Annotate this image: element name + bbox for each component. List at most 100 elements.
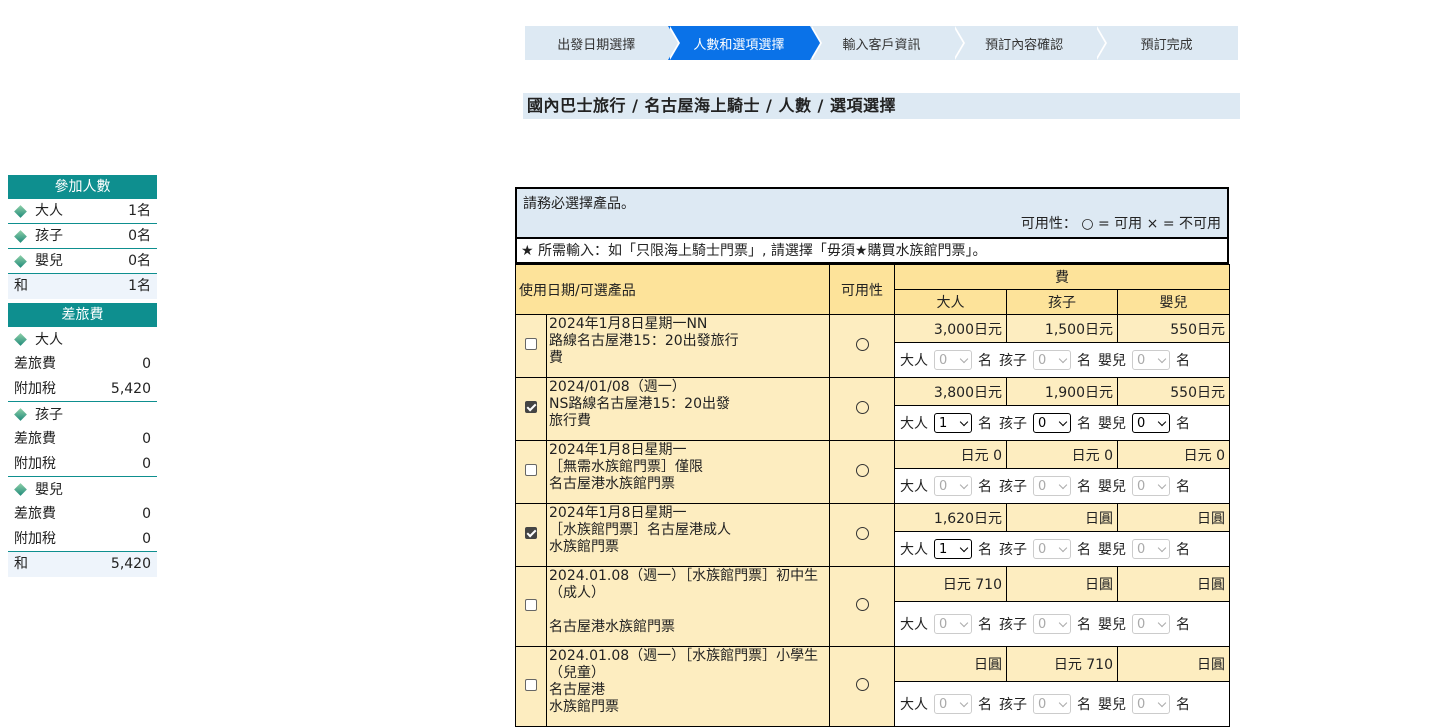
price-adult: 日元 0 xyxy=(894,440,1007,469)
qty-label-adult: 大人 xyxy=(900,542,928,558)
option-checkbox[interactable] xyxy=(525,464,537,476)
qty-select-adult[interactable]: 0 xyxy=(934,614,972,634)
available-circle-icon xyxy=(855,400,869,414)
qty-select-infant[interactable]: 0 xyxy=(1132,413,1170,433)
price-adult: 日元 710 xyxy=(894,566,1007,602)
option-checkbox-cell[interactable] xyxy=(515,566,547,647)
qty-select-infant[interactable]: 0 xyxy=(1132,476,1170,496)
qty-select-child[interactable]: 0 xyxy=(1033,539,1071,559)
available-circle-icon xyxy=(855,463,869,477)
option-checkbox-cell[interactable] xyxy=(515,646,547,727)
price-child: 日圓 xyxy=(1006,503,1118,532)
header-child: 孩子 xyxy=(1006,289,1118,315)
product-line: 旅行費 xyxy=(549,413,591,429)
option-row: 2024年1月8日星期一 ［水族館門票］名古屋港成人 水族館門票 1,620日元 日圓日… xyxy=(515,503,1230,567)
product-line: 費 xyxy=(549,350,563,366)
header-product: 使用日期/可選產品 xyxy=(515,264,830,315)
chevron-down-icon xyxy=(1058,618,1068,627)
qty-label-adult: 大人 xyxy=(900,416,928,432)
option-checkbox-cell[interactable] xyxy=(515,503,547,567)
step-departure-date: 出發日期選擇 xyxy=(525,26,680,60)
price-infant: 日圓 xyxy=(1117,646,1230,682)
chevron-down-icon xyxy=(959,698,969,707)
product-cell: 2024年1月8日星期一NN 路線名古屋港15：20出發旅行費 xyxy=(546,314,830,378)
chevron-down-icon xyxy=(1157,618,1167,627)
fee-group-header: 大人 xyxy=(8,327,157,352)
required-input-note: ★ 所需輸入：如「只限海上騎士門票」, 請選擇「毋須★購買水族館門票」。 xyxy=(515,237,1229,264)
options-table: 使用日期/可選產品 可用性 費 大人 孩子 嬰兒 2024年1月8日星期一NN 路… xyxy=(515,264,1230,727)
step-confirm: 預訂內容確認 xyxy=(952,26,1107,60)
qty-unit: 名 xyxy=(1176,542,1190,558)
header-availability: 可用性 xyxy=(829,264,895,315)
qty-select-adult[interactable]: 1 xyxy=(934,413,972,433)
option-checkbox-cell[interactable] xyxy=(515,377,547,441)
availability-cell xyxy=(829,646,895,727)
option-checkbox-cell[interactable] xyxy=(515,314,547,378)
fee-group-header: 孩子 xyxy=(8,402,157,427)
chevron-down-icon xyxy=(1058,543,1068,552)
product-cell: 2024年1月8日星期一 ［水族館門票］名古屋港成人 水族館門票 xyxy=(546,503,830,567)
qty-unit: 名 xyxy=(1176,617,1190,633)
product-line: 2024年1月8日星期一 xyxy=(549,505,687,521)
product-line: ［水族館門票］名古屋港成人 xyxy=(549,522,731,538)
chevron-down-icon xyxy=(1157,354,1167,363)
option-checkbox[interactable] xyxy=(525,338,537,350)
chevron-down-icon xyxy=(1157,543,1167,552)
qty-label-adult: 大人 xyxy=(900,479,928,495)
fee-row: 附加稅 5,420 xyxy=(8,377,157,402)
qty-unit: 名 xyxy=(978,617,992,633)
qty-cell: 大人 0 名孩子 0 名嬰兒 0 名 xyxy=(894,468,1230,504)
option-checkbox-cell[interactable] xyxy=(515,440,547,504)
qty-label-adult: 大人 xyxy=(900,353,928,369)
product-line: 名古屋港水族館門票 xyxy=(549,619,675,635)
qty-cell: 大人 0 名孩子 0 名嬰兒 0 名 xyxy=(894,681,1230,727)
qty-select-child[interactable]: 0 xyxy=(1033,413,1071,433)
qty-select-child[interactable]: 0 xyxy=(1033,350,1071,370)
option-checkbox[interactable] xyxy=(525,401,537,413)
qty-cell: 大人 1 名孩子 0 名嬰兒 0 名 xyxy=(894,405,1230,441)
qty-select-infant[interactable]: 0 xyxy=(1132,539,1170,559)
option-row: 2024/01/08（週一） NS路線名古屋港15：20出發 旅行費 3,800日元 1… xyxy=(515,377,1230,441)
option-checkbox[interactable] xyxy=(525,678,537,691)
fee-total: 和 5,420 xyxy=(8,552,157,577)
qty-select-child[interactable]: 0 xyxy=(1033,694,1071,714)
available-circle-icon xyxy=(855,598,869,611)
option-checkbox[interactable] xyxy=(525,598,537,611)
product-cell: 2024/01/08（週一） NS路線名古屋港15：20出發 旅行費 xyxy=(546,377,830,441)
fee-row: 附加稅 0 xyxy=(8,527,157,552)
qty-select-adult[interactable]: 0 xyxy=(934,350,972,370)
option-checkbox[interactable] xyxy=(525,527,537,539)
chevron-down-icon xyxy=(1058,480,1068,489)
availability-cell xyxy=(829,377,895,441)
qty-select-adult[interactable]: 0 xyxy=(934,694,972,714)
summary-sidebar: 參加人數 大人 1名 孩子 0名 嬰兒 0名 和 1名 差旅費 大人 差旅費 0 … xyxy=(8,175,157,577)
qty-label-child: 孩子 xyxy=(999,416,1027,432)
qty-unit: 名 xyxy=(978,479,992,495)
qty-unit: 名 xyxy=(1176,353,1190,369)
qty-select-child[interactable]: 0 xyxy=(1033,476,1071,496)
qty-unit: 名 xyxy=(978,353,992,369)
qty-select-infant[interactable]: 0 xyxy=(1132,694,1170,714)
diamond-icon xyxy=(14,229,27,243)
price-child: 日元 710 xyxy=(1006,646,1118,682)
fee-row: 附加稅 0 xyxy=(8,452,157,477)
price-infant: 550日元 xyxy=(1117,377,1230,406)
participant-row: 嬰兒 0名 xyxy=(8,249,157,274)
price-adult: 日圓 xyxy=(894,646,1007,682)
qty-select-infant[interactable]: 0 xyxy=(1132,614,1170,634)
chevron-down-icon xyxy=(959,417,969,426)
qty-select-infant[interactable]: 0 xyxy=(1132,350,1170,370)
price-child: 1,500日元 xyxy=(1006,314,1118,343)
availability-cell xyxy=(829,566,895,647)
qty-label-infant: 嬰兒 xyxy=(1098,617,1126,633)
option-row: 2024.01.08（週一）［水族館門票］初中生 （成人） 名古屋港水族館門票 日元 … xyxy=(515,566,1230,647)
qty-select-adult[interactable]: 1 xyxy=(934,539,972,559)
qty-unit: 名 xyxy=(1077,617,1091,633)
price-infant: 日圓 xyxy=(1117,566,1230,602)
product-line: 名古屋港 xyxy=(549,682,605,698)
option-row: 2024年1月8日星期一 ［無需水族館門票］僅限 名古屋港水族館門票 日元 0 日元 0… xyxy=(515,440,1230,504)
qty-select-adult[interactable]: 0 xyxy=(934,476,972,496)
product-line: （兒童） xyxy=(549,665,605,681)
available-circle-icon xyxy=(855,337,869,351)
qty-select-child[interactable]: 0 xyxy=(1033,614,1071,634)
